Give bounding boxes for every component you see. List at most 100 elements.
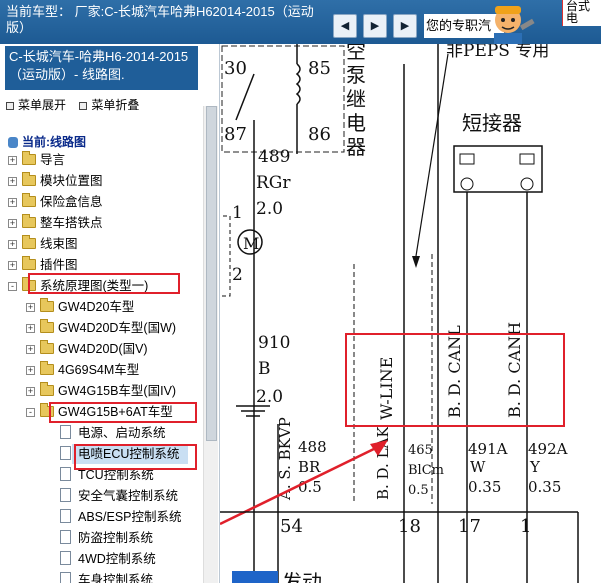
wire-491a-num: 491A — [468, 440, 508, 458]
tree-item[interactable]: + 整车搭铁点 — [0, 213, 203, 233]
tree-item[interactable]: + GW4D20D车型(国W) — [0, 318, 203, 338]
wiring-diagram: 30 85 87 86 空泵继电器 非PEPS 专用 短接器 489 RGr 2… — [220, 44, 601, 583]
pin-85-label: 85 — [308, 58, 331, 79]
tree-item-label: 整车搭铁点 — [40, 216, 103, 230]
tree-item-label: 防盗控制系统 — [78, 531, 154, 545]
expand-icon[interactable]: + — [8, 261, 17, 270]
tree-item[interactable]: ABS/ESP控制系统 — [0, 507, 203, 527]
sidebar-scrollbar[interactable] — [203, 106, 218, 583]
pin-1: 1 — [520, 516, 531, 537]
expand-icon[interactable]: + — [8, 156, 17, 165]
tree-item[interactable]: + 保险盒信息 — [0, 192, 203, 212]
wire-488-color: BR — [298, 458, 321, 476]
collapse-icon[interactable]: - — [26, 408, 35, 417]
tree-title-text: 当前:线路图 — [22, 135, 86, 149]
folder-icon — [22, 256, 36, 270]
menu-expand-icon[interactable] — [6, 101, 14, 110]
short-connector-label: 短接器 — [462, 111, 522, 135]
tree-item-label: 保险盒信息 — [40, 195, 103, 209]
folder-icon — [40, 319, 54, 333]
tree-item-label: GW4D20车型 — [58, 300, 135, 314]
bottom-blue-block — [232, 571, 278, 583]
pin-86-label: 86 — [308, 124, 331, 145]
top-bar: 当前车型： 厂家:C-长城汽车哈弗H62014-2015（运动版） ◀ ▶ ▶ … — [0, 0, 601, 44]
folder-icon — [40, 382, 54, 396]
page-icon — [60, 467, 71, 481]
folder-icon — [22, 151, 36, 165]
expand-icon[interactable]: + — [8, 198, 17, 207]
wire-491a-color: W — [470, 458, 486, 476]
signal-canh: B. D. CANH — [505, 322, 524, 418]
menu-collapse-link[interactable]: 菜单折叠 — [91, 98, 139, 112]
wire-465-size: 0.5 — [408, 483, 429, 498]
nav-forward-button[interactable]: ▶ — [363, 14, 387, 38]
tree-item-label: 导言 — [40, 153, 66, 167]
expand-icon[interactable]: + — [8, 240, 17, 249]
expand-icon[interactable]: + — [26, 303, 35, 312]
sidebar: C-长城汽车-哈弗H6-2014-2015（运动版）- 线路图. 菜单展开 菜单… — [0, 44, 220, 583]
menu-collapse-icon[interactable] — [79, 101, 88, 110]
folder-icon — [22, 193, 36, 207]
tree-item[interactable]: + 线束图 — [0, 234, 203, 254]
tree-item[interactable]: + 模块位置图 — [0, 171, 203, 191]
tree-item-label: GW4D20D车型(国W) — [58, 321, 177, 335]
highlight-box-6at — [49, 402, 197, 423]
folder-icon — [40, 340, 54, 354]
nav-next-button[interactable]: ▶ — [393, 14, 417, 38]
highlight-box-ecu — [74, 444, 197, 470]
tree-item[interactable]: + 插件图 — [0, 255, 203, 275]
menu-expand-link[interactable]: 菜单展开 — [18, 98, 66, 112]
tree-item[interactable]: 电源、启动系统 — [0, 423, 203, 443]
tree-item[interactable]: +4G69S4M车型 — [0, 360, 203, 380]
scrollbar-thumb[interactable] — [206, 106, 217, 441]
expand-icon[interactable]: + — [26, 366, 35, 375]
expand-icon[interactable]: + — [8, 219, 17, 228]
tree-item[interactable]: + GW4G15B车型(国IV) — [0, 381, 203, 401]
wire-910-color: B — [258, 359, 271, 379]
page-icon — [60, 509, 71, 523]
wire-910-size: 2.0 — [256, 387, 283, 407]
expand-icon[interactable]: + — [26, 387, 35, 396]
nav-back-button[interactable]: ◀ — [333, 14, 357, 38]
pin-54: 54 — [280, 516, 303, 537]
wire-489-size: 2.0 — [256, 199, 283, 219]
pin-87-label: 87 — [224, 124, 247, 145]
promo-text[interactable]: 台式电 — [562, 0, 601, 26]
tree-item-label: GW4G15B车型(国IV) — [58, 384, 177, 398]
page-icon — [60, 530, 71, 544]
folder-icon — [22, 214, 36, 228]
tree-item-label: 模块位置图 — [40, 174, 103, 188]
tree-item[interactable]: 车身控制系统 — [0, 570, 203, 583]
folder-icon — [22, 235, 36, 249]
tree-item[interactable]: + GW4D20D(国V) — [0, 339, 203, 359]
page-icon — [60, 551, 71, 565]
highlight-box-type1 — [28, 273, 180, 294]
wire-465-num: 465 — [408, 443, 433, 458]
wire-910-num: 910 — [258, 333, 290, 353]
pin-17: 17 — [458, 516, 481, 537]
tree-item[interactable]: 4WD控制系统 — [0, 549, 203, 569]
tree-item-label: 插件图 — [40, 258, 78, 272]
page-icon — [60, 425, 71, 439]
expand-icon[interactable]: + — [8, 177, 17, 186]
bottom-label: 发动 — [282, 570, 322, 583]
mechanic-mascot-icon — [494, 6, 535, 44]
expand-icon[interactable]: + — [26, 345, 35, 354]
wire-488-num: 488 — [298, 438, 327, 456]
expand-icon[interactable]: + — [26, 324, 35, 333]
page-icon — [60, 572, 71, 583]
model-title: C-长城汽车-哈弗H6-2014-2015（运动版）- 线路图. — [5, 46, 198, 90]
tree-item[interactable]: 安全气囊控制系统 — [0, 486, 203, 506]
motor-symbol: M — [243, 234, 259, 253]
collapse-icon[interactable]: - — [8, 282, 17, 291]
tree-view: + 导言 + 模块位置图 + 保险盒信息 + 整车搭铁点 + 线束图 + 插件图 - 系统原理图(类型一)… — [0, 150, 203, 583]
wire-492a-color: Y — [529, 458, 541, 476]
page-icon — [60, 446, 71, 460]
tree-item[interactable]: + 导言 — [0, 150, 203, 170]
signal-w-line: W-LINE — [377, 357, 396, 420]
relay-label: 空泵继电器 — [346, 44, 366, 159]
pin-18: 18 — [398, 516, 421, 537]
tree-title: 当前:线路图 — [8, 133, 86, 150]
tree-item[interactable]: 防盗控制系统 — [0, 528, 203, 548]
tree-item[interactable]: + GW4D20车型 — [0, 297, 203, 317]
